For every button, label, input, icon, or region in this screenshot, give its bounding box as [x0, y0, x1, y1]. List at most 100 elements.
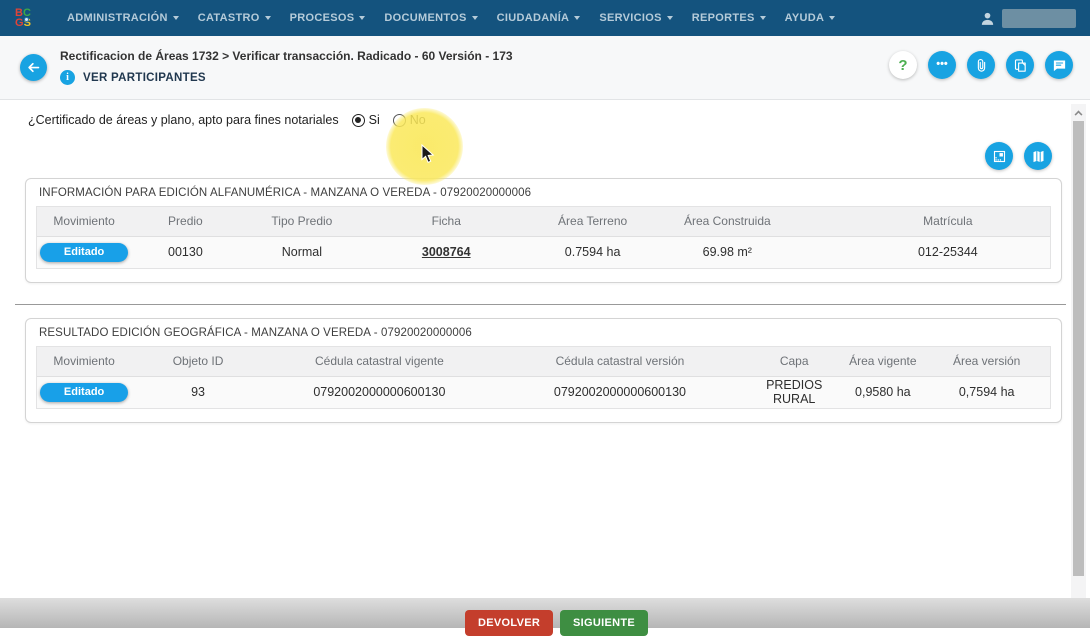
column-header: Área Terreno	[528, 207, 657, 236]
menu-label: AYUDA	[785, 12, 825, 24]
vertical-scrollbar[interactable]	[1071, 104, 1086, 612]
header-action-icons	[889, 51, 1073, 79]
table-wrap: Movimiento Objeto ID Cédula catastral vi…	[36, 346, 1051, 409]
column-header: Movimiento	[37, 347, 131, 376]
help-button[interactable]	[889, 51, 917, 79]
app-logo[interactable]: BC GS	[15, 8, 41, 28]
navbar-user-area	[979, 9, 1076, 28]
chevron-down-icon	[359, 16, 365, 20]
column-header: Movimiento	[37, 207, 131, 236]
chevron-down-icon	[667, 16, 673, 20]
radio-icon[interactable]	[352, 114, 365, 127]
menu-label: CATASTRO	[198, 12, 260, 24]
scroll-up-arrow[interactable]	[1075, 109, 1082, 116]
menu-servicios[interactable]: SERVICIOS	[599, 12, 672, 24]
cell-cedula-version: 0792002000000600130	[494, 376, 746, 408]
user-icon	[979, 10, 996, 27]
column-header: Área Construida	[657, 207, 798, 236]
copy-documents-icon	[1013, 58, 1028, 73]
cell-tipo-predio: Normal	[240, 236, 365, 268]
participants-row: VER PARTICIPANTES	[60, 70, 206, 85]
arrow-left-icon	[26, 60, 41, 75]
alfanumerica-table: Movimiento Predio Tipo Predio Ficha Área…	[37, 207, 1050, 268]
siguiente-button[interactable]: SIGUIENTE	[560, 610, 648, 636]
cell-cedula-vigente: 0792002000000600130	[265, 376, 494, 408]
menu-reportes[interactable]: REPORTES	[692, 12, 766, 24]
cell-area-version: 0,7594 ha	[923, 376, 1050, 408]
menu-label: SERVICIOS	[599, 12, 661, 24]
table-header-row: Movimiento Objeto ID Cédula catastral vi…	[37, 347, 1050, 376]
more-options-button[interactable]	[928, 51, 956, 79]
column-header: Cédula catastral vigente	[265, 347, 494, 376]
menu-documentos[interactable]: DOCUMENTOS	[384, 12, 477, 24]
menu-label: CIUDADANÍA	[497, 12, 570, 24]
radio-icon[interactable]	[393, 114, 406, 127]
chevron-down-icon	[265, 16, 271, 20]
section-divider	[15, 304, 1066, 305]
chevron-down-icon	[472, 16, 478, 20]
copy-documents-button[interactable]	[1006, 51, 1034, 79]
column-header: Objeto ID	[131, 347, 265, 376]
back-button[interactable]	[20, 54, 47, 81]
main-menu: ADMINISTRACIÓN CATASTRO PROCESOS DOCUMEN…	[67, 12, 835, 24]
table-row: Editado 93 0792002000000600130 079200200…	[37, 376, 1050, 408]
movimiento-badge[interactable]: Editado	[40, 383, 128, 402]
menu-label: REPORTES	[692, 12, 755, 24]
devolver-button[interactable]: DEVOLVER	[465, 610, 553, 636]
scrollbar-thumb[interactable]	[1073, 121, 1084, 576]
cell-predio: 00130	[131, 236, 239, 268]
card-alfanumerica: INFORMACIÓN PARA EDICIÓN ALFANUMÉRICA - …	[25, 178, 1062, 283]
comments-icon	[1052, 58, 1067, 73]
card-geografica: RESULTADO EDICIÓN GEOGRÁFICA - MANZANA O…	[25, 318, 1062, 423]
map-icon	[1031, 149, 1046, 164]
cell-area-construida: 69.98 m²	[657, 236, 798, 268]
menu-ayuda[interactable]: AYUDA	[785, 12, 836, 24]
radio-option-si[interactable]: Si	[352, 113, 380, 127]
card-title: INFORMACIÓN PARA EDICIÓN ALFANUMÉRICA - …	[26, 179, 1061, 206]
info-icon[interactable]	[60, 70, 75, 85]
content-action-icons	[985, 142, 1052, 170]
footer-bar: DEVOLVER SIGUIENTE	[0, 598, 1090, 628]
menu-label: ADMINISTRACIÓN	[67, 12, 168, 24]
ficha-link[interactable]: 3008764	[422, 245, 471, 259]
page-header: Rectificacion de Áreas 1732 > Verificar …	[0, 36, 1090, 100]
radio-label: No	[410, 113, 426, 127]
menu-procesos[interactable]: PROCESOS	[290, 12, 366, 24]
table-edit-button[interactable]	[985, 142, 1013, 170]
cell-ficha: 3008764	[364, 236, 528, 268]
logo-dot	[24, 17, 29, 22]
menu-catastro[interactable]: CATASTRO	[198, 12, 271, 24]
menu-ciudadania[interactable]: CIUDADANÍA	[497, 12, 581, 24]
paperclip-icon	[974, 58, 989, 73]
chevron-down-icon	[574, 16, 580, 20]
table-header-row: Movimiento Predio Tipo Predio Ficha Área…	[37, 207, 1050, 236]
question-label: ¿Certificado de áreas y plano, apto para…	[28, 113, 339, 127]
table-wrap: Movimiento Predio Tipo Predio Ficha Área…	[36, 206, 1051, 269]
movimiento-badge[interactable]: Editado	[40, 243, 128, 262]
menu-administracion[interactable]: ADMINISTRACIÓN	[67, 12, 179, 24]
cell-matricula: 012-25344	[798, 236, 1050, 268]
cell-area-terreno: 0.7594 ha	[528, 236, 657, 268]
geografica-table: Movimiento Objeto ID Cédula catastral vi…	[37, 347, 1050, 408]
radio-option-no[interactable]: No	[393, 113, 426, 127]
breadcrumb: Rectificacion de Áreas 1732 > Verificar …	[60, 49, 513, 63]
logo-letter: G	[15, 17, 24, 29]
comments-button[interactable]	[1045, 51, 1073, 79]
column-header: Tipo Predio	[240, 207, 365, 236]
column-header: Cédula catastral versión	[494, 347, 746, 376]
chevron-down-icon	[173, 16, 179, 20]
username-box[interactable]	[1002, 9, 1076, 28]
cell-movimiento: Editado	[37, 376, 131, 408]
map-button[interactable]	[1024, 142, 1052, 170]
column-header: Capa	[746, 347, 842, 376]
column-header: Predio	[131, 207, 239, 236]
attachments-button[interactable]	[967, 51, 995, 79]
column-header: Área versión	[923, 347, 1050, 376]
cell-objeto-id: 93	[131, 376, 265, 408]
column-header: Ficha	[364, 207, 528, 236]
menu-label: PROCESOS	[290, 12, 355, 24]
cell-movimiento: Editado	[37, 236, 131, 268]
ver-participantes-link[interactable]: VER PARTICIPANTES	[83, 72, 206, 84]
menu-label: DOCUMENTOS	[384, 12, 466, 24]
card-title: RESULTADO EDICIÓN GEOGRÁFICA - MANZANA O…	[26, 319, 1061, 346]
